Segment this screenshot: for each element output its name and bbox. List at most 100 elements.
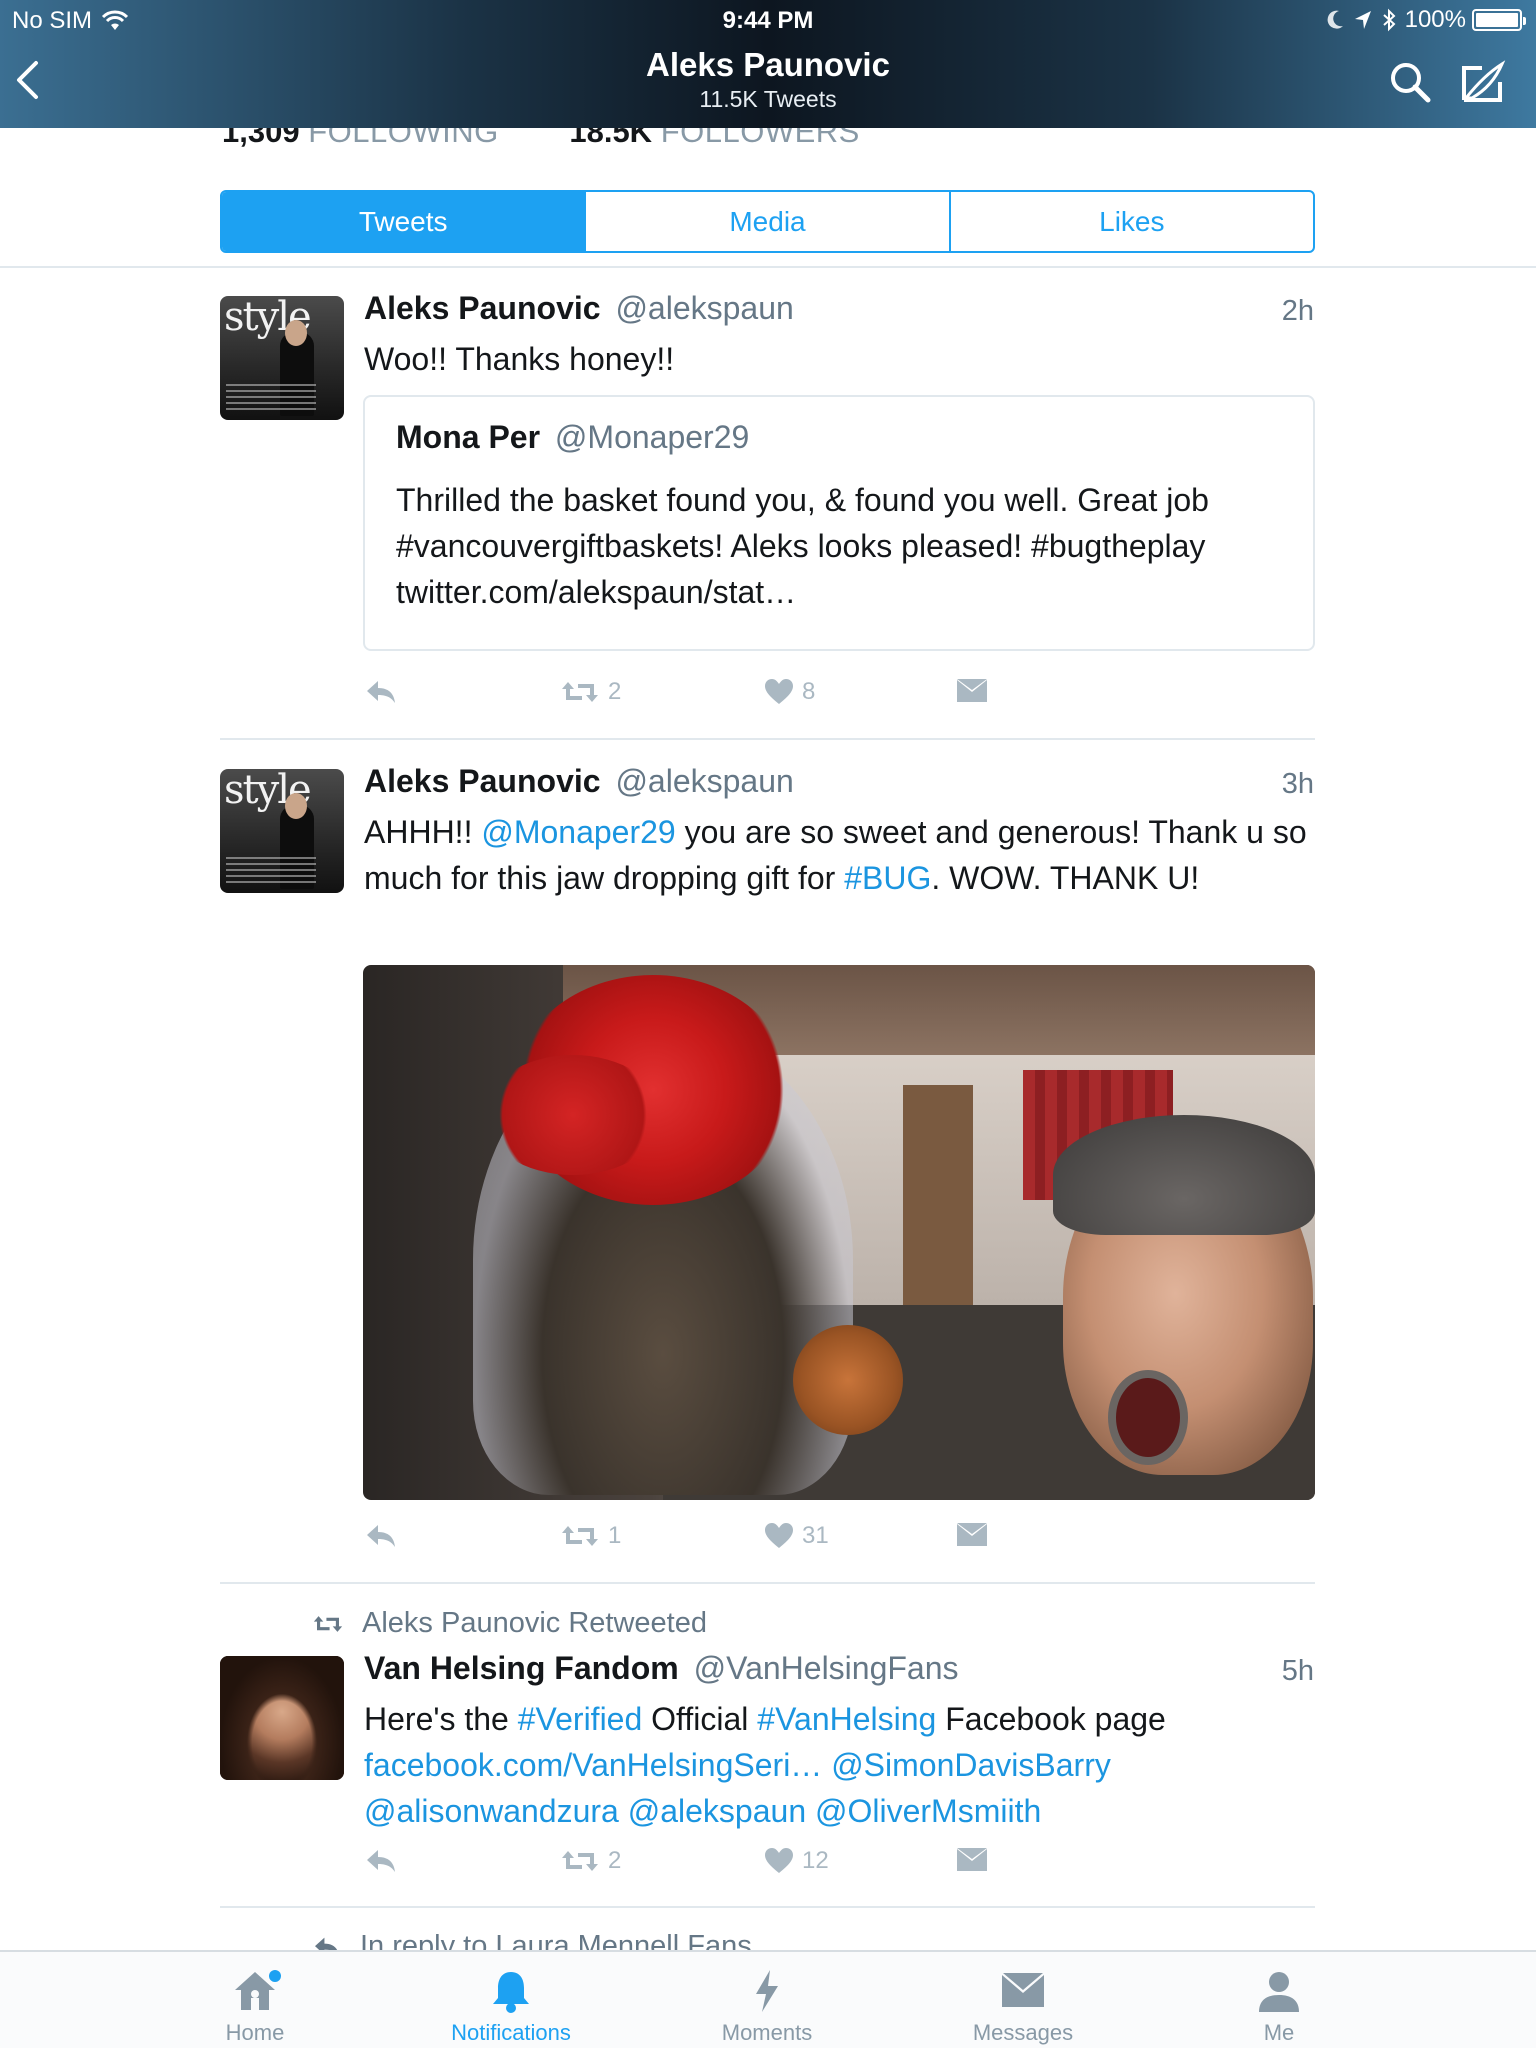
hashtag-link[interactable]: #VanHelsing [757,1701,936,1737]
author-handle[interactable]: @VanHelsingFans [694,1650,959,1686]
profile-timeline[interactable]: 1,309 FOLLOWING 18.5K FOLLOWERS Tweets M… [0,0,1536,1950]
quoted-tweet[interactable]: Mona Per @Monaper29 Thrilled the basket … [363,395,1315,651]
mention-link[interactable]: @SimonDavisBarry [831,1747,1111,1783]
person-icon [1259,1972,1299,2012]
compose-tweet-button[interactable] [1460,60,1508,109]
divider [0,266,1536,268]
divider [220,1906,1315,1908]
retweet-icon [313,1615,343,1632]
bottom-tab-bar: Home Notifications Moments Messages Me [0,1950,1536,2048]
tweet-actions: 2 12 [364,1847,1004,1887]
url-link[interactable]: facebook.com/VanHelsingSeri… [364,1747,822,1783]
quoted-author-name: Mona Per [396,419,541,455]
lightning-icon [756,1970,778,2012]
retweet-button[interactable]: 1 [560,1522,621,1550]
author-handle[interactable]: @alekspaun [615,763,793,799]
location-arrow-icon [1354,11,1371,29]
retweet-button[interactable]: 2 [560,1847,621,1875]
text-span [619,1793,628,1829]
like-count: 8 [802,678,816,705]
reply-button[interactable] [364,1522,398,1550]
bell-icon [493,1972,529,2013]
bluetooth-icon [1382,8,1396,32]
mention-link[interactable]: @alekspaun [628,1793,806,1829]
quoted-tweet-text: Thrilled the basket found you, & found y… [396,482,1209,610]
tweet-text: AHHH!! @Monaper29 you are so sweet and g… [364,809,1324,901]
mention-link[interactable]: @alisonwandzura [364,1793,619,1829]
tweet-header: Van Helsing Fandom @VanHelsingFans [364,1650,959,1687]
retweet-count: 2 [608,678,622,705]
retweet-icon [562,682,598,702]
tab-moments[interactable]: Moments [667,1966,867,2046]
author-handle[interactable]: @alekspaun [615,290,793,326]
reply-icon [367,1525,395,1547]
text-span: Official [642,1701,758,1737]
text-span: AHHH!! [364,814,482,850]
compose-icon [1462,60,1506,102]
tweet-actions: 1 31 [364,1522,1004,1562]
nav-header: No SIM 9:44 PM 100% Aleks Paunovic 11.5K… [0,0,1536,128]
tab-messages[interactable]: Messages [923,1966,1123,2046]
author-name[interactable]: Van Helsing Fandom [364,1650,679,1686]
avatar[interactable]: style [220,296,344,420]
tab-label: Messages [972,2020,1074,2045]
tab-home[interactable]: Home [155,1966,355,2046]
like-button[interactable]: 31 [764,1522,829,1550]
retweeted-by-note[interactable]: Aleks Paunovic Retweeted [312,1607,707,1640]
hashtag-link[interactable]: #Verified [518,1701,643,1737]
retweet-count: 1 [608,1522,622,1549]
tab-tweets[interactable]: Tweets [222,192,587,251]
direct-message-button[interactable] [956,1847,988,1873]
author-name[interactable]: Aleks Paunovic [364,763,601,799]
battery-icon [1472,9,1526,31]
tab-label: Moments [721,2020,813,2045]
like-button[interactable]: 8 [764,678,815,706]
envelope-icon [957,1523,987,1546]
page-title: Aleks Paunovic [646,46,890,83]
notification-dot [269,1970,281,1982]
hashtag-link[interactable]: #BUG [844,860,931,896]
tweet-actions: 2 8 [364,678,1004,718]
text-span: . WOW. THANK U! [931,860,1200,896]
reply-button[interactable] [364,1847,398,1875]
status-bar: No SIM 9:44 PM 100% [0,0,1536,40]
divider [220,738,1315,740]
tab-label: Notifications [451,2020,571,2045]
quoted-tweet-header: Mona Per @Monaper29 [396,419,749,456]
tweet-timestamp: 3h [1281,768,1314,800]
tab-media[interactable]: Media [586,192,951,251]
retweet-icon [562,1526,598,1546]
profile-segmented-control: Tweets Media Likes [220,190,1315,253]
battery-percent: 100% [1404,6,1466,33]
like-button[interactable]: 12 [764,1847,829,1875]
tab-likes[interactable]: Likes [951,192,1313,251]
reply-button[interactable] [364,678,398,706]
envelope-icon [957,679,987,702]
mention-link[interactable]: @OliverMsmiith [815,1793,1041,1829]
tab-notifications[interactable]: Notifications [411,1966,611,2046]
author-name[interactable]: Aleks Paunovic [364,290,601,326]
heart-icon [765,679,793,704]
direct-message-button[interactable] [956,1522,988,1548]
heart-icon [765,1848,793,1873]
reply-icon [367,1850,395,1872]
envelope-icon [1002,1973,1044,2007]
divider [220,1582,1315,1584]
tab-label: Home [225,2020,285,2045]
direct-message-button[interactable] [956,678,988,704]
reply-context-label: In reply to Laura Mennell Fans [360,1930,752,1950]
retweet-count: 2 [608,1847,622,1874]
search-button[interactable] [1388,60,1432,109]
mention-link[interactable]: @Monaper29 [481,814,675,850]
retweet-button[interactable]: 2 [560,678,621,706]
moon-icon [1327,10,1343,29]
tab-me[interactable]: Me [1179,1966,1379,2046]
reply-context[interactable]: In reply to Laura Mennell Fans [312,1930,752,1950]
avatar[interactable] [220,1656,344,1780]
reply-icon [315,1937,338,1950]
tweet-photo[interactable] [363,965,1315,1500]
quoted-author-handle: @Monaper29 [554,419,750,455]
envelope-icon [957,1848,987,1871]
avatar[interactable]: style [220,769,344,893]
clock: 9:44 PM [722,7,814,34]
